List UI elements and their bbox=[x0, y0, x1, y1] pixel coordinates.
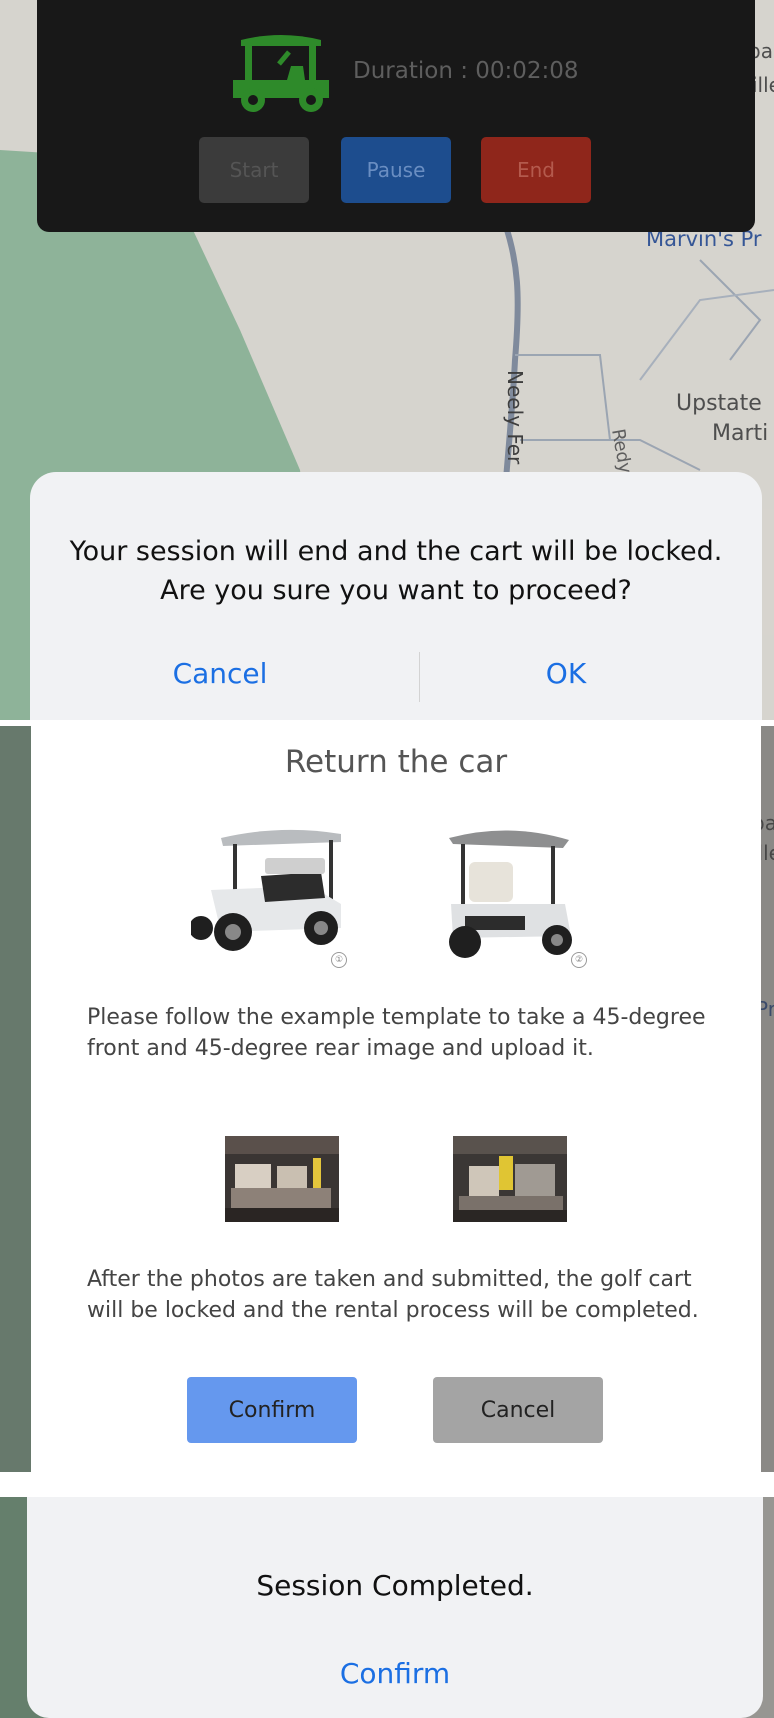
session-completed-alert: Session Completed. Confirm bbox=[27, 1497, 763, 1718]
end-button[interactable]: End bbox=[481, 137, 591, 203]
alert-message-line1: Your session will end and the cart will … bbox=[69, 536, 723, 567]
alert-message: Your session will end and the cart will … bbox=[30, 532, 762, 610]
session-completed-panel: Session Completed. Confirm bbox=[0, 1497, 774, 1718]
golf-cart-icon bbox=[233, 35, 329, 112]
timer-card: Duration : 00:02:08 Start Pause End bbox=[37, 0, 755, 232]
example-rear-image bbox=[449, 830, 572, 958]
example-front-image bbox=[191, 829, 341, 951]
alert-ok-button[interactable]: OK bbox=[416, 657, 716, 690]
session-panel: Marvin's Pr Neely Fer Redy Upstate Marti… bbox=[0, 0, 774, 720]
pause-button[interactable]: Pause bbox=[341, 137, 451, 203]
instruction-text: Please follow the example template to ta… bbox=[87, 1005, 706, 1061]
end-session-alert: Your session will end and the cart will … bbox=[30, 472, 762, 720]
modal-cancel-button[interactable]: Cancel bbox=[433, 1377, 603, 1443]
alert-cancel-button[interactable]: Cancel bbox=[70, 657, 370, 690]
duration-text: Duration : 00:02:08 bbox=[353, 58, 579, 84]
example-number-2: ② bbox=[571, 952, 587, 968]
completion-note: After the photos are taken and submitted… bbox=[87, 1267, 699, 1323]
example-number-1: ① bbox=[331, 952, 347, 968]
uploaded-rear-photo[interactable] bbox=[453, 1136, 567, 1222]
uploaded-front-photo[interactable] bbox=[225, 1136, 339, 1222]
start-button[interactable]: Start bbox=[199, 137, 309, 203]
alert-message-line2: Are you sure you want to proceed? bbox=[160, 575, 632, 606]
return-car-panel: pa ille Pr Return the car ① bbox=[0, 726, 774, 1472]
completed-confirm-button[interactable]: Confirm bbox=[27, 1657, 763, 1690]
modal-title: Return the car bbox=[284, 744, 508, 780]
return-car-modal: Return the car ① ② Please follow the exa… bbox=[31, 726, 761, 1472]
completed-message: Session Completed. bbox=[256, 1569, 534, 1602]
modal-confirm-button[interactable]: Confirm bbox=[187, 1377, 357, 1443]
